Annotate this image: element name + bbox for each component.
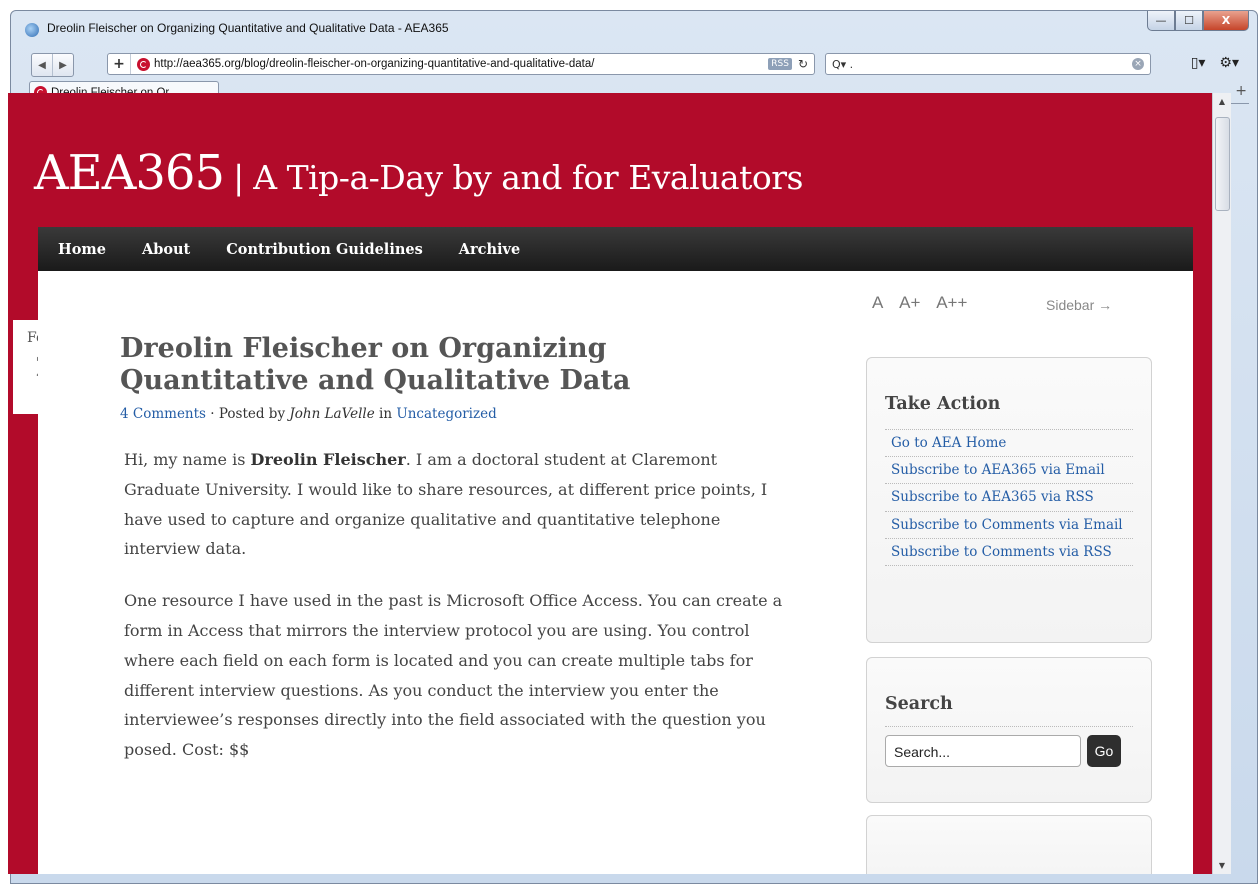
font-size-normal-button[interactable]: A: [872, 293, 883, 312]
vertical-scrollbar[interactable]: ▲ ▼: [1212, 93, 1231, 874]
navigation-toolbar: ◀ ▶ + http://aea365.org/blog/dreolin-fle…: [19, 47, 1249, 81]
address-bar[interactable]: + http://aea365.org/blog/dreolin-fleisch…: [107, 53, 815, 75]
post-author: John LaVelle: [289, 406, 375, 422]
link-subscribe-email[interactable]: Subscribe to AEA365 via Email: [891, 462, 1105, 478]
site-tagline: A Tip-a-Day by and for Evaluators: [253, 158, 803, 197]
search-divider: [885, 726, 1133, 727]
posted-by-label: · Posted by: [210, 406, 286, 422]
post-meta: 4 Comments · Posted by John LaVelle in U…: [120, 406, 497, 422]
toolbar-menus: ▯▾ ⚙▾: [1191, 55, 1239, 71]
link-aea-home[interactable]: Go to AEA Home: [891, 435, 1006, 451]
close-button[interactable]: X: [1203, 11, 1249, 31]
menu-item-contribution-guidelines[interactable]: Contribution Guidelines: [226, 241, 423, 258]
title-bar: Dreolin Fleischer on Organizing Quantita…: [11, 11, 1257, 47]
content-area: Dreolin Fleischer on Organizing Quantita…: [38, 271, 1193, 874]
list-item: Subscribe to AEA365 via RSS: [885, 484, 1133, 512]
scroll-up-arrow-icon[interactable]: ▲: [1213, 97, 1231, 106]
back-forward-group: ◀ ▶: [31, 53, 74, 77]
tools-menu-button[interactable]: ⚙▾: [1219, 55, 1239, 71]
sidebar-toggle-link[interactable]: Sidebar →: [1046, 297, 1112, 313]
link-comments-rss[interactable]: Subscribe to Comments via RSS: [891, 544, 1112, 560]
list-item: Go to AEA Home: [885, 430, 1133, 458]
clear-search-icon[interactable]: ×: [1132, 58, 1144, 70]
scroll-down-arrow-icon[interactable]: ▼: [1213, 861, 1231, 870]
p1-intro-text: Hi, my name is: [124, 450, 251, 469]
menu-item-home[interactable]: Home: [58, 241, 106, 258]
comments-link[interactable]: 4 Comments: [120, 406, 206, 422]
search-widget-title: Search: [885, 694, 953, 714]
site-header: AEA365 | A Tip-a-Day by and for Evaluato…: [34, 145, 803, 201]
back-button[interactable]: ◀: [32, 54, 52, 76]
menu-item-archive[interactable]: Archive: [459, 241, 520, 258]
search-input[interactable]: Search...: [885, 735, 1081, 767]
search-engine-selector[interactable]: Q▾ .: [832, 58, 853, 71]
in-label: in: [379, 406, 393, 422]
search-go-button[interactable]: Go: [1087, 735, 1121, 767]
list-item: Subscribe to Comments via RSS: [885, 539, 1133, 566]
category-link[interactable]: Uncategorized: [396, 406, 496, 422]
link-comments-email[interactable]: Subscribe to Comments via Email: [891, 517, 1123, 533]
page-menu-button[interactable]: ▯▾: [1191, 55, 1206, 71]
p1-author-name: Dreolin Fleischer: [250, 450, 406, 469]
list-item: Subscribe to Comments via Email: [885, 512, 1133, 539]
reload-button[interactable]: ↻: [798, 57, 808, 71]
new-tab-button[interactable]: +: [1235, 83, 1247, 99]
minimize-button[interactable]: —: [1147, 11, 1175, 31]
browser-search-input[interactable]: Q▾ . ×: [825, 53, 1151, 75]
post-paragraph-2: One resource I have used in the past is …: [124, 591, 783, 760]
list-item: Subscribe to AEA365 via Email: [885, 457, 1133, 485]
take-action-list: Go to AEA Home Subscribe to AEA365 via E…: [885, 429, 1133, 566]
main-menu: Home About Contribution Guidelines Archi…: [38, 227, 1193, 271]
search-widget: Search Search... Go: [866, 657, 1152, 803]
site-favicon-icon: [137, 57, 150, 71]
window-title: Dreolin Fleischer on Organizing Quantita…: [47, 21, 449, 35]
font-size-large-button[interactable]: A+: [899, 293, 920, 312]
forward-button[interactable]: ▶: [52, 54, 73, 76]
take-action-widget: Take Action Go to AEA Home Subscribe to …: [866, 357, 1152, 643]
take-action-title: Take Action: [885, 394, 1001, 414]
menu-item-about[interactable]: About: [142, 241, 190, 258]
font-size-controls: A A+ A++: [872, 293, 979, 313]
link-subscribe-rss[interactable]: Subscribe to AEA365 via RSS: [891, 489, 1094, 505]
post-paragraph-1: Hi, my name is Dreolin Fleischer. I am a…: [124, 445, 784, 564]
scrollbar-thumb[interactable]: [1215, 117, 1230, 211]
font-size-larger-button[interactable]: A++: [936, 293, 967, 312]
url-text[interactable]: http://aea365.org/blog/dreolin-fleischer…: [154, 58, 768, 70]
page-viewport: AEA365 | A Tip-a-Day by and for Evaluato…: [8, 93, 1212, 874]
browser-logo-icon: [25, 23, 39, 37]
title-separator: |: [233, 158, 245, 197]
add-bookmark-button[interactable]: +: [108, 54, 131, 74]
window-controls: — ☐ X: [1147, 11, 1249, 31]
site-brand[interactable]: AEA365: [34, 145, 225, 201]
next-widget: [866, 815, 1152, 874]
post-title[interactable]: Dreolin Fleischer on Organizing Quantita…: [120, 333, 680, 397]
rss-button[interactable]: RSS: [768, 58, 792, 70]
maximize-button[interactable]: ☐: [1175, 11, 1203, 31]
post-body: Hi, my name is Dreolin Fleischer. I am a…: [124, 445, 784, 787]
